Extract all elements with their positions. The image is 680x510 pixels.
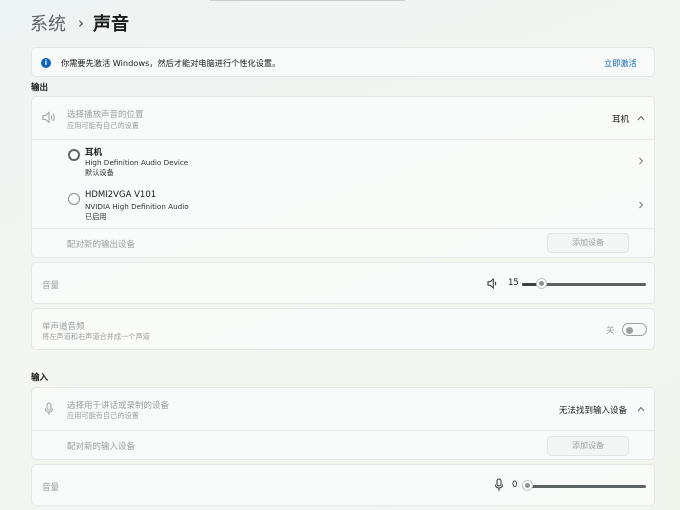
output-chooser-title: 选择播放声音的位置 xyxy=(67,110,144,120)
slider-track xyxy=(522,485,646,488)
breadcrumb-parent[interactable]: 系统 xyxy=(30,10,66,36)
window-top-edge xyxy=(210,0,405,1)
input-volume-slider[interactable] xyxy=(522,478,646,493)
input-section-title: 输入 xyxy=(31,373,49,383)
output-volume-value: 15 xyxy=(508,278,519,288)
mono-audio-toggle[interactable] xyxy=(622,323,647,336)
add-output-device-button[interactable]: 添加设备 xyxy=(547,233,629,253)
input-chooser-row[interactable]: 选择用于讲话或录制的设备 应用可能有自己的设置 无法找到输入设备 xyxy=(32,388,654,430)
output-selected-device: 耳机 xyxy=(612,115,630,125)
chevron-up-icon[interactable] xyxy=(637,115,645,121)
mono-audio-card: 单声道音频 将左声道和右声道合并成一个声道 关 xyxy=(31,308,655,350)
chevron-right-icon[interactable] xyxy=(638,201,644,209)
mono-audio-subtitle: 将左声道和右声道合并成一个声道 xyxy=(42,332,150,341)
device-detail: High Definition Audio Device xyxy=(85,158,189,167)
output-pair-row: 配对新的输出设备 添加设备 xyxy=(32,229,654,258)
output-section-title: 输出 xyxy=(31,83,49,93)
output-chooser-row[interactable]: 选择播放声音的位置 应用可能有自己的设置 耳机 xyxy=(32,97,654,139)
speaker-icon xyxy=(42,111,55,124)
chevron-up-icon[interactable] xyxy=(637,406,645,412)
device-radio[interactable] xyxy=(68,193,80,205)
device-name: HDMI2VGA V101 xyxy=(85,190,157,200)
mono-audio-title: 单声道音频 xyxy=(42,322,85,332)
input-volume-label: 音量 xyxy=(42,483,60,493)
input-volume-card: 音量 0 xyxy=(31,464,655,506)
output-volume-slider[interactable] xyxy=(522,276,646,291)
page-title: 声音 xyxy=(93,14,129,35)
activation-message: 你需要先激活 Windows，然后才能对电脑进行个性化设置。 xyxy=(61,58,281,68)
device-detail: NVIDIA High Definition Audio xyxy=(85,202,189,211)
mono-audio-state: 关 xyxy=(606,326,615,336)
activation-banner: i 你需要先激活 Windows，然后才能对电脑进行个性化设置。 立即激活 xyxy=(31,47,655,77)
breadcrumb: 系统 › 声音 xyxy=(30,10,129,36)
speaker-icon[interactable] xyxy=(487,278,499,289)
input-pair-row: 配对新的输入设备 添加设备 xyxy=(32,431,654,460)
input-selected-device: 无法找到输入设备 xyxy=(559,406,628,416)
output-device-row[interactable]: HDMI2VGA V101 NVIDIA High Definition Aud… xyxy=(32,184,654,228)
add-input-device-button[interactable]: 添加设备 xyxy=(547,436,629,456)
input-volume-value: 0 xyxy=(512,480,518,490)
pair-input-label: 配对新的输入设备 xyxy=(67,442,136,452)
breadcrumb-separator: › xyxy=(78,14,84,32)
slider-thumb[interactable] xyxy=(536,278,547,289)
device-name: 耳机 xyxy=(85,148,103,158)
output-chooser-subtitle: 应用可能有自己的设置 xyxy=(67,121,139,130)
slider-thumb[interactable] xyxy=(522,480,533,491)
output-volume-card: 音量 15 xyxy=(31,262,655,304)
microphone-icon[interactable] xyxy=(494,478,504,492)
input-chooser-title: 选择用于讲话或录制的设备 xyxy=(67,401,170,411)
device-status: 已启用 xyxy=(85,212,107,221)
input-device-card: 选择用于讲话或录制的设备 应用可能有自己的设置 无法找到输入设备 配对新的输入设… xyxy=(31,387,655,460)
input-chooser-subtitle: 应用可能有自己的设置 xyxy=(67,411,139,420)
device-radio[interactable] xyxy=(68,149,80,161)
output-device-row[interactable]: 耳机 High Definition Audio Device 默认设备 xyxy=(32,140,654,184)
pair-output-label: 配对新的输出设备 xyxy=(67,240,136,250)
info-icon: i xyxy=(41,58,51,68)
output-device-card: 选择播放声音的位置 应用可能有自己的设置 耳机 耳机 High Definiti… xyxy=(31,96,655,258)
chevron-right-icon[interactable] xyxy=(638,157,644,165)
output-volume-label: 音量 xyxy=(42,281,60,291)
activate-now-link[interactable]: 立即激活 xyxy=(604,57,637,69)
device-status: 默认设备 xyxy=(85,168,114,177)
microphone-icon xyxy=(45,402,53,415)
